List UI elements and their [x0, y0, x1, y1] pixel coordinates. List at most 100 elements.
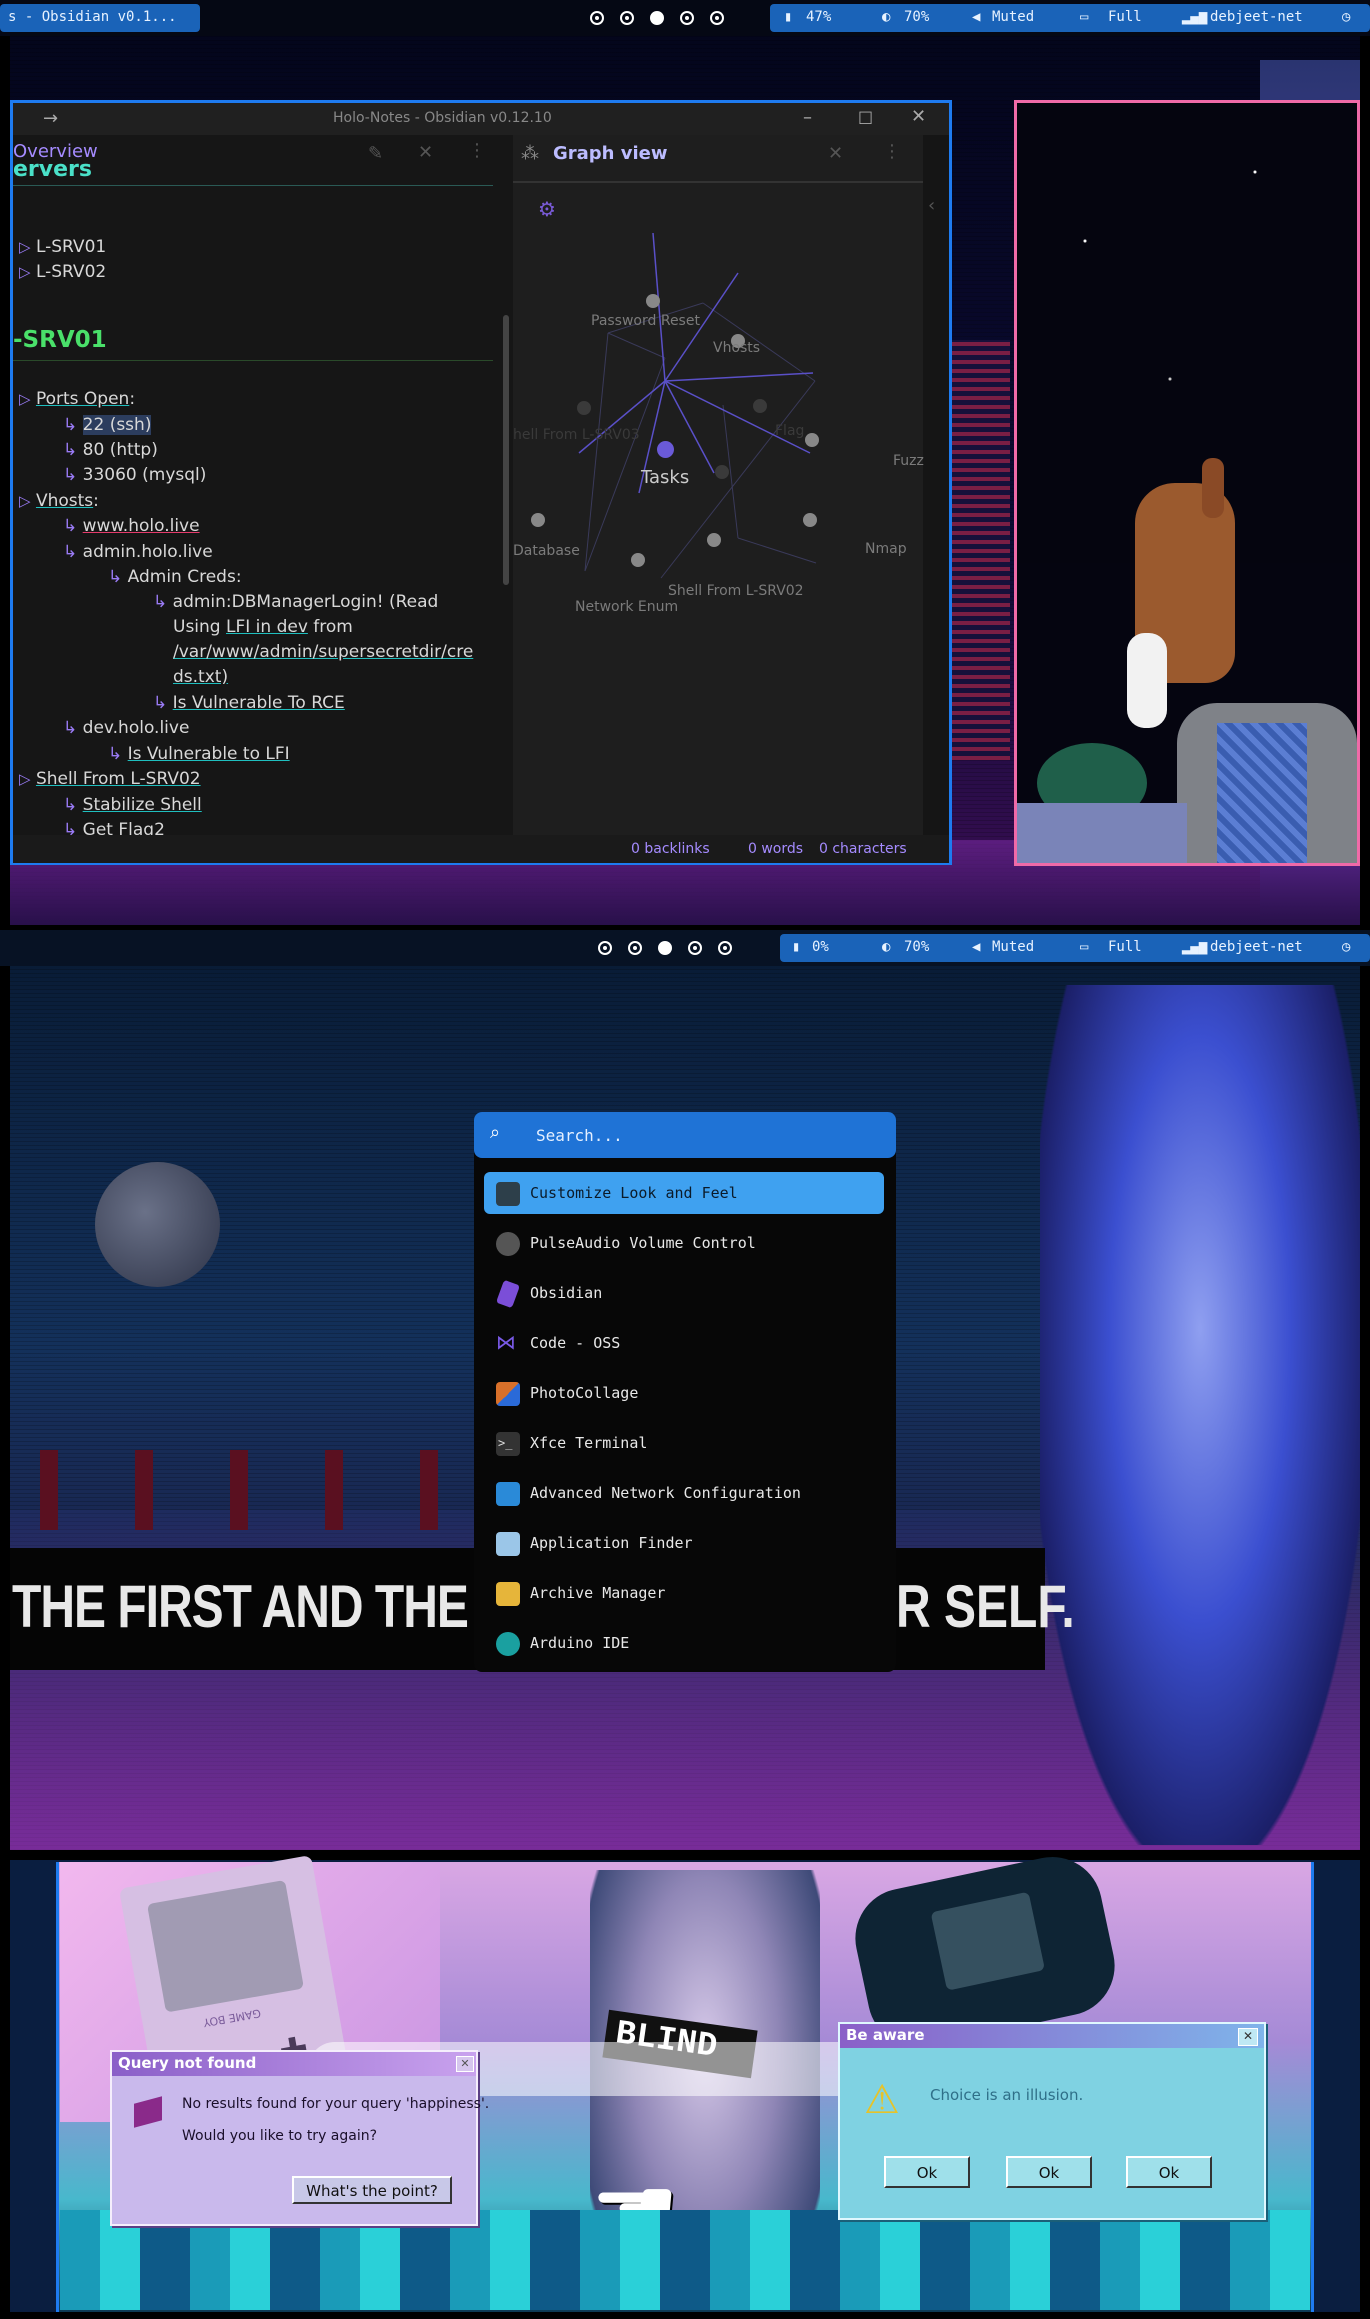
- query-close-button[interactable]: ✕: [456, 2056, 474, 2072]
- customize-icon: [496, 1182, 520, 1206]
- node-fuzz[interactable]: [805, 433, 819, 447]
- ok-button-2[interactable]: Ok: [1006, 2156, 1092, 2188]
- pillars: [40, 1450, 440, 1530]
- graph-pane: ⁂ Graph view ✕ ⋮ ⚙ Password Reset Vhosts…: [513, 135, 924, 835]
- node-hidden[interactable]: [715, 465, 729, 479]
- workspace-3-active[interactable]: [650, 11, 664, 25]
- minimize-icon[interactable]: –: [803, 107, 812, 128]
- horse-ear: [1202, 458, 1224, 518]
- launcher-search-bar[interactable]: ⌕ Search...: [474, 1112, 896, 1158]
- lfi-link[interactable]: LFI in dev: [226, 617, 308, 637]
- graph-icon: ⁂: [521, 143, 539, 164]
- volume-value[interactable]: Muted: [992, 9, 1034, 25]
- shell-from[interactable]: ▷ Shell From L-SRV02: [19, 769, 201, 789]
- backlinks-count[interactable]: 0 backlinks: [631, 841, 710, 857]
- node-nmap[interactable]: [803, 513, 817, 527]
- server-item-1[interactable]: ▷ L-SRV01: [19, 237, 106, 257]
- label-tasks: Tasks: [641, 467, 690, 488]
- launcher-item-photocollage[interactable]: PhotoCollage: [484, 1372, 884, 1414]
- workspace2-3-active[interactable]: [658, 941, 672, 955]
- vscode-icon: ⋈: [496, 1330, 516, 1354]
- ports-open[interactable]: ▷ Ports Open:: [19, 389, 135, 409]
- graph-title[interactable]: Graph view: [553, 143, 668, 164]
- network-value-2[interactable]: debjeet-net: [1210, 939, 1303, 955]
- ok-button-1[interactable]: Ok: [884, 2156, 970, 2188]
- greek-statue: [1040, 985, 1360, 1845]
- stabilize-shell[interactable]: ↳ Stabilize Shell: [63, 795, 202, 815]
- close-graph-icon[interactable]: ✕: [828, 143, 843, 164]
- launcher-item-app-finder[interactable]: Application Finder: [484, 1522, 884, 1564]
- server-item-2[interactable]: ▷ L-SRV02: [19, 262, 106, 282]
- building: [1017, 803, 1187, 863]
- close-window-icon[interactable]: ✕: [911, 106, 926, 127]
- note-scrollbar[interactable]: [503, 315, 509, 585]
- cred-line-1: ↳ admin:DBManagerLogin! (Read: [153, 592, 439, 612]
- vuln-lfi[interactable]: ↳ Is Vulnerable to LFI: [108, 744, 290, 764]
- network-value[interactable]: debjeet-net: [1210, 9, 1303, 25]
- node-shell-srv02[interactable]: [707, 533, 721, 547]
- clock-icon: ◷: [1342, 9, 1351, 25]
- node-shell-srv03[interactable]: [577, 401, 591, 415]
- obsidian-titlebar: → Holo-Notes - Obsidian v0.12.10 – □ ✕: [13, 103, 949, 135]
- label-shell-srv02: Shell From L-SRV02: [668, 583, 804, 599]
- glitch-stripe: [950, 340, 1010, 760]
- brightness-value-2: 70%: [904, 939, 930, 955]
- node-password-reset[interactable]: [646, 294, 660, 308]
- launcher-item-pulseaudio[interactable]: PulseAudio Volume Control: [484, 1222, 884, 1264]
- wifi-icon-2: ▂▄▆: [1182, 939, 1208, 955]
- launcher-item-terminal[interactable]: >_ Xfce Terminal: [484, 1422, 884, 1464]
- ok-button-3[interactable]: Ok: [1126, 2156, 1212, 2188]
- launcher-item-network[interactable]: Advanced Network Configuration: [484, 1472, 884, 1514]
- workspace-1[interactable]: [590, 11, 604, 25]
- launcher-item-arduino[interactable]: Arduino IDE: [484, 1622, 884, 1664]
- status-pill-2: ▮ 0% ◐ 70% ◀ Muted ▭ Full ▂▄▆ debjeet-ne…: [780, 934, 1370, 962]
- close-pane-icon[interactable]: ✕: [418, 142, 433, 163]
- label-database: Database: [513, 543, 580, 559]
- launcher-item-archive[interactable]: Archive Manager: [484, 1572, 884, 1614]
- clock-icon-2: ◷: [1342, 939, 1351, 955]
- label-nmap: Nmap: [865, 541, 907, 557]
- vhosts[interactable]: ▷ Vhosts:: [19, 491, 99, 511]
- node-flag[interactable]: [753, 399, 767, 413]
- node-tasks[interactable]: [657, 441, 674, 458]
- network-icon: [496, 1482, 520, 1506]
- launcher-item-code[interactable]: ⋈ Code - OSS: [484, 1322, 884, 1364]
- edit-icon[interactable]: ✎: [368, 143, 383, 164]
- vhost-admin: ↳ admin.holo.live: [63, 542, 213, 562]
- workspace2-5[interactable]: [718, 941, 732, 955]
- whats-the-point-button[interactable]: What's the point?: [292, 2176, 452, 2204]
- sidebar-collapse-icon[interactable]: ‹: [928, 195, 935, 216]
- vhost-dev: ↳ dev.holo.live: [63, 718, 190, 738]
- obsidian-window-title: Holo-Notes - Obsidian v0.12.10: [333, 110, 552, 126]
- brightness-value: 70%: [904, 9, 930, 25]
- node-network-enum[interactable]: [631, 553, 645, 567]
- workspace-2[interactable]: [620, 11, 634, 25]
- vhost-www[interactable]: ↳ www.holo.live: [63, 516, 200, 536]
- aware-close-button[interactable]: ✕: [1238, 2028, 1258, 2046]
- graph-canvas[interactable]: [513, 183, 923, 833]
- top-bar-1: s - Obsidian v0.1... ▮ 47% ◐ 70% ◀ Muted…: [0, 0, 1370, 36]
- workspace-5[interactable]: [710, 11, 724, 25]
- workspace2-1[interactable]: [598, 941, 612, 955]
- node-database[interactable]: [531, 513, 545, 527]
- more-options-icon[interactable]: ⋮: [468, 140, 486, 161]
- launcher-search-input[interactable]: Search...: [536, 1126, 623, 1145]
- volume-value-2[interactable]: Muted: [992, 939, 1034, 955]
- workspace-4[interactable]: [680, 11, 694, 25]
- words-count: 0 words: [748, 841, 804, 857]
- gameboy-label: GAME BOY: [202, 2006, 262, 2030]
- vuln-rce[interactable]: ↳ Is Vulnerable To RCE: [153, 693, 345, 713]
- maximize-icon[interactable]: □: [858, 107, 873, 126]
- aware-dialog-title: Be aware: [840, 2024, 1264, 2048]
- moon: [95, 1162, 220, 1287]
- workspace2-2[interactable]: [628, 941, 642, 955]
- label-vhosts: Vhosts: [713, 340, 761, 356]
- launcher-item-customize[interactable]: Customize Look and Feel: [484, 1172, 884, 1214]
- active-window-pill[interactable]: s - Obsidian v0.1...: [0, 4, 200, 32]
- launcher-item-obsidian[interactable]: Obsidian: [484, 1272, 884, 1314]
- game-gear-screen: [930, 1891, 1046, 1991]
- forward-arrow-icon[interactable]: →: [43, 108, 58, 129]
- workspace2-4[interactable]: [688, 941, 702, 955]
- graph-more-icon[interactable]: ⋮: [883, 141, 901, 162]
- label-network-enum: Network Enum: [575, 599, 679, 615]
